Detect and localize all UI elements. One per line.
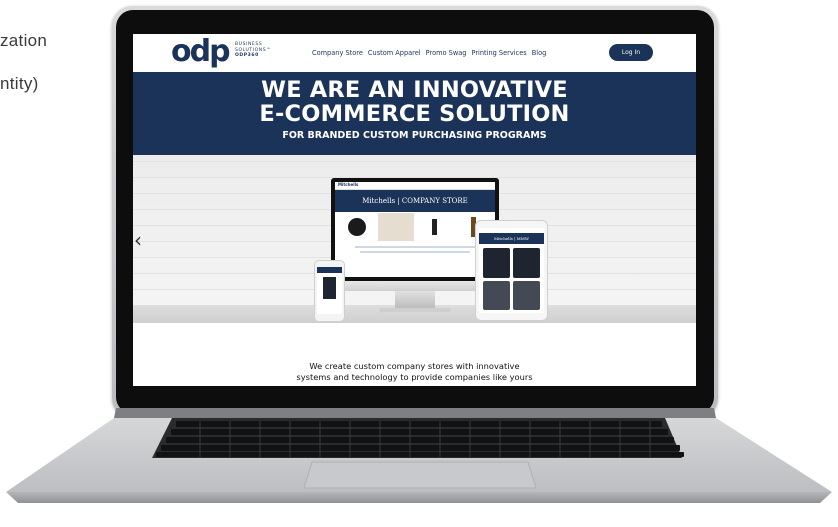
monitor-mockup: Mitchells Mitchells | COMPANY STORE [331,178,499,281]
hero-subtitle: FOR BRANDED CUSTOM PURCHASING PROGRAMS [282,130,547,141]
phone-header [317,267,342,273]
nav-blog[interactable]: Blog [532,49,547,57]
monitor-stand [395,291,435,309]
slider-prev-arrow-icon[interactable]: ‹ [134,228,142,252]
nav-promo-swag[interactable]: Promo Swag [426,49,467,57]
intro-text: We create custom company stores with inn… [133,361,696,383]
phone-screen [317,267,342,314]
monitor-screen: Mitchells Mitchells | COMPANY STORE [335,182,495,277]
phone-product [323,277,336,299]
jacket-thumb [513,280,540,310]
tablet-product-grid [483,248,540,310]
main-nav: Company Store Custom Apparel Promo Swag … [312,49,546,57]
laptop-front-edge [6,492,832,503]
laptop-deck [6,418,832,492]
nav-custom-apparel[interactable]: Custom Apparel [368,49,421,57]
product-thumb [416,213,453,241]
keyboard-keys [156,421,684,457]
tablet-mockup: Mitchells | MMW [475,220,548,321]
monitor-site-brand: Mitchells [335,182,495,190]
monitor-text-line [360,251,470,253]
phone-mockup [314,260,345,322]
hero-banner: WE ARE AN INNOVATIVE E-COMMERCE SOLUTION… [133,72,696,155]
login-button[interactable]: Log In [609,44,653,61]
hero-slider: ‹ Mitchells Mitchells | COMPANY STORE Mi… [133,155,696,323]
monitor-foot [379,308,451,312]
monitor-site-banner: Mitchells | COMPANY STORE [335,190,495,212]
product-thumb [377,213,414,241]
monitor-product-row [339,213,491,241]
intro-line-1: We create custom company stores with inn… [309,361,520,371]
background-text-line-1: zation [0,31,48,50]
jacket-thumb [513,248,540,278]
nav-company-store[interactable]: Company Store [312,49,363,57]
background-text-line-2: ntity) [0,74,39,93]
key-gaps [199,421,651,457]
jacket-thumb [483,280,510,310]
logo-subtitle: BUSINESS SOLUTIONS™ ODP360 [235,42,271,59]
intro-line-2: systems and technology to provide compan… [296,372,533,382]
hero-title-line-1: WE ARE AN INNOVATIVE [261,77,568,103]
jacket-thumb [483,248,510,278]
tablet-site-banner: Mitchells | MMW [479,233,544,244]
logo-sub-odp360: ODP360 [235,53,259,58]
monitor-chin [331,281,499,291]
nav-printing-services[interactable]: Printing Services [471,49,526,57]
hero-title-line-2: E-COMMERCE SOLUTION [259,101,570,127]
keyboard-well [152,418,682,458]
trackpad [303,461,537,489]
tablet-screen: Mitchells | MMW [479,228,544,313]
site-header: odp BUSINESS SOLUTIONS™ ODP360 Company S… [133,34,696,72]
monitor-text-line [355,246,475,248]
odp-logo[interactable]: odp [171,37,231,67]
laptop-screen: odp BUSINESS SOLUTIONS™ ODP360 Company S… [133,34,696,386]
product-thumb [339,213,375,241]
